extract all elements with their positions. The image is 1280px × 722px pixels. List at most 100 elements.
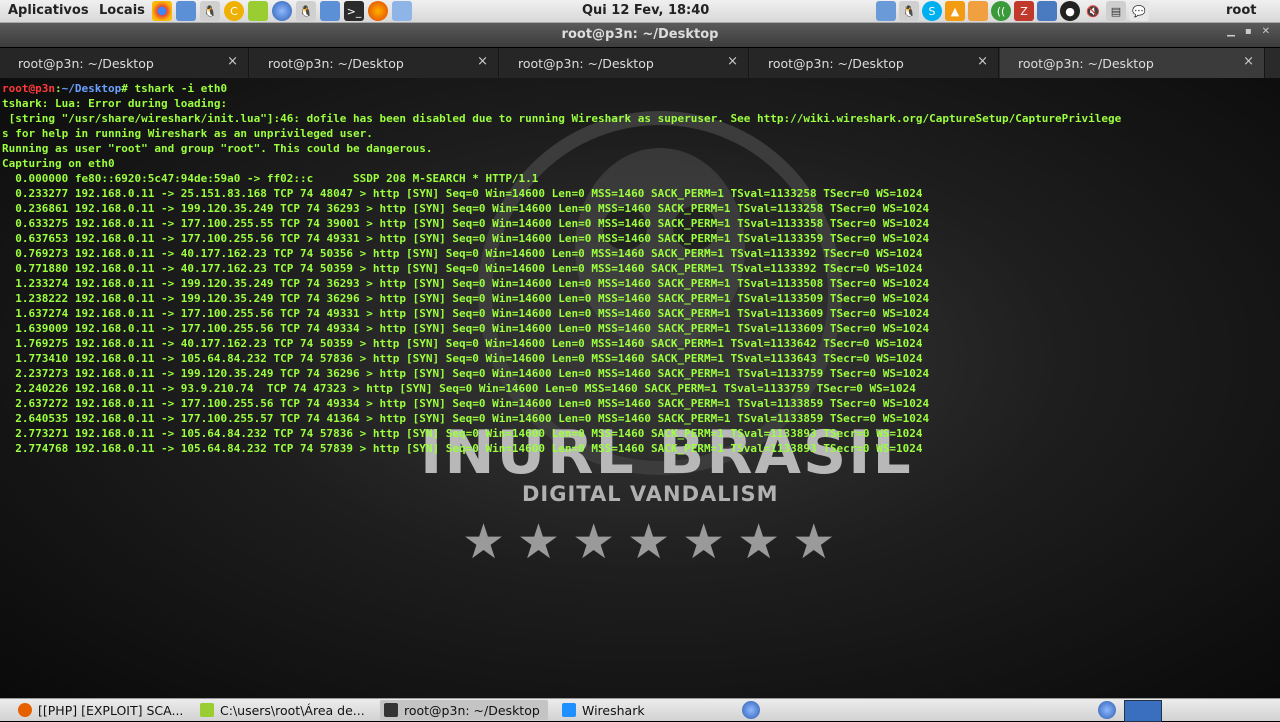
tab-label: root@p3n: ~/Desktop [518, 56, 654, 71]
terminal-line: 0.637653 192.168.0.11 -> 177.100.255.56 … [15, 232, 930, 245]
clementine-icon[interactable]: C [224, 1, 244, 21]
tab-1[interactable]: root@p3n: ~/Desktop × [0, 48, 249, 78]
taskbar-item-editor[interactable]: C:\users\root\Área de... [200, 700, 365, 720]
minimize-icon[interactable]: ▁ [1227, 26, 1235, 37]
terminal-line: 0.771880 192.168.0.11 -> 40.177.162.23 T… [15, 262, 923, 275]
tab-close-icon[interactable]: × [977, 54, 988, 69]
network-monitor-icon[interactable] [1037, 1, 1057, 21]
bluetooth-icon[interactable] [876, 1, 896, 21]
prompt-sep: : [54, 82, 62, 95]
terminal-output: root@p3n:~/Desktop# tshark -i eth0 tshar… [2, 81, 1121, 456]
tab-label: root@p3n: ~/Desktop [768, 56, 904, 71]
maximize-icon[interactable]: ▪ [1245, 26, 1252, 37]
terminal-line: 2.774768 192.168.0.11 -> 105.64.84.232 T… [15, 442, 923, 455]
taskbar-label: Wireshark [582, 702, 645, 718]
terminal-line: 1.639009 192.168.0.11 -> 177.100.255.56 … [15, 322, 930, 335]
wallpaper-subtitle: DIGITAL VANDALISM [522, 482, 779, 506]
terminal-line: 2.637272 192.168.0.11 -> 177.100.255.56 … [15, 397, 930, 410]
top-panel: Aplicativos Locais 🐧 C 🐧 >_ Qui 12 Fev, … [0, 0, 1280, 23]
terminal-line: 1.637274 192.168.0.11 -> 177.100.255.56 … [15, 307, 930, 320]
firefox-icon[interactable] [368, 1, 388, 21]
globe-icon[interactable] [742, 701, 760, 719]
workspace-switcher[interactable] [1124, 700, 1162, 722]
tab-close-icon[interactable]: × [477, 54, 488, 69]
terminal-icon [384, 703, 398, 717]
system-tray: 🐧 S ▲ (( Z ● 🔇 ▤ 💬 [876, 1, 1149, 21]
tux-icon[interactable]: 🐧 [200, 1, 220, 21]
terminal-line: 1.769275 192.168.0.11 -> 40.177.162.23 T… [15, 337, 923, 350]
notes-icon[interactable] [248, 1, 268, 21]
terminal-line: [string "/usr/share/wireshark/init.lua"]… [8, 112, 1122, 125]
tab-2[interactable]: root@p3n: ~/Desktop × [250, 48, 499, 78]
network-icon[interactable]: (( [991, 1, 1011, 21]
package-icon[interactable] [392, 1, 412, 21]
terminal-line: Capturing on eth0 [2, 157, 115, 170]
tab-bar: root@p3n: ~/Desktop × root@p3n: ~/Deskto… [0, 48, 1280, 78]
bottom-taskbar: [[PHP] [EXPLOIT] SCA... C:\users\root\Ár… [0, 698, 1280, 722]
tab-label: root@p3n: ~/Desktop [1018, 56, 1154, 71]
vlc-icon[interactable]: ▲ [945, 1, 965, 21]
terminal-line: 1.238222 192.168.0.11 -> 199.120.35.249 … [15, 292, 930, 305]
tab-close-icon[interactable]: × [727, 54, 738, 69]
terminal-line: 2.237273 192.168.0.11 -> 199.120.35.249 … [15, 367, 930, 380]
taskbar-label: [[PHP] [EXPLOIT] SCA... [38, 702, 184, 718]
terminal-line: 2.773271 192.168.0.11 -> 105.64.84.232 T… [15, 427, 923, 440]
chat-icon[interactable]: 💬 [1129, 1, 1149, 21]
terminal-line: 0.769273 192.168.0.11 -> 40.177.162.23 T… [15, 247, 923, 260]
terminal-line: 2.640535 192.168.0.11 -> 177.100.255.57 … [15, 412, 930, 425]
tab-label: root@p3n: ~/Desktop [18, 56, 154, 71]
terminal-line: 0.000000 fe80::6920:5c47:94de:59a0 -> ff… [15, 172, 539, 185]
close-icon[interactable]: ✕ [1262, 26, 1270, 37]
taskbar-item-wireshark[interactable]: Wireshark [562, 700, 645, 720]
taskbar-item-terminal[interactable]: root@p3n: ~/Desktop [380, 700, 548, 720]
firefox-icon [18, 703, 32, 717]
skype-icon[interactable]: S [922, 1, 942, 21]
terminal-line: 2.240226 192.168.0.11 -> 93.9.210.74 TCP… [15, 382, 916, 395]
terminal-line: tshark: Lua: Error during loading: [2, 97, 228, 110]
prompt-path: ~/Desktop [61, 82, 122, 95]
terminal-line: 0.236861 192.168.0.11 -> 199.120.35.249 … [15, 202, 930, 215]
tab-3[interactable]: root@p3n: ~/Desktop × [500, 48, 749, 78]
terminal-line: 0.233277 192.168.0.11 -> 25.151.83.168 T… [15, 187, 923, 200]
notes-icon [200, 703, 214, 717]
globe-icon[interactable] [272, 1, 292, 21]
terminal-line: 1.233274 192.168.0.11 -> 199.120.35.249 … [15, 277, 930, 290]
taskbar-label: C:\users\root\Área de... [220, 702, 365, 718]
printer-icon[interactable]: ▤ [1106, 1, 1126, 21]
places-menu[interactable]: Locais [99, 3, 145, 18]
power-icon[interactable]: ● [1060, 1, 1080, 21]
applications-menu[interactable]: Aplicativos [8, 3, 89, 18]
tab-close-icon[interactable]: × [227, 54, 238, 69]
taskbar-item-firefox[interactable]: [[PHP] [EXPLOIT] SCA... [18, 700, 183, 720]
window-titlebar[interactable]: root@p3n: ~/Desktop ▁ ▪ ✕ [0, 23, 1280, 47]
window-title: root@p3n: ~/Desktop [561, 27, 719, 42]
volume-icon[interactable]: 🔇 [1083, 1, 1103, 21]
tab-label: root@p3n: ~/Desktop [268, 56, 404, 71]
terminal-line: Running as user "root" and group "root".… [2, 142, 433, 155]
user-menu[interactable]: root [1226, 3, 1257, 18]
clock[interactable]: Qui 12 Fev, 18:40 [582, 3, 709, 18]
terminal-area[interactable]: INURL BRASIL DIGITAL VANDALISM ★★★★★★★ r… [0, 78, 1280, 698]
filezilla-icon[interactable]: Z [1014, 1, 1034, 21]
folder-icon[interactable] [320, 1, 340, 21]
terminal-icon[interactable]: >_ [344, 1, 364, 21]
taskbar-label: root@p3n: ~/Desktop [404, 702, 540, 718]
pidgin-icon[interactable] [176, 1, 196, 21]
prompt-command: # tshark -i eth0 [121, 82, 228, 95]
terminal-line: 0.633275 192.168.0.11 -> 177.100.255.55 … [15, 217, 930, 230]
terminal-line: s for help in running Wireshark as an un… [2, 127, 373, 140]
wallpaper-stars: ★★★★★★★ [462, 514, 848, 570]
tux-icon-2[interactable]: 🐧 [296, 1, 316, 21]
chrome-icon[interactable] [152, 1, 172, 21]
tux-tray-icon[interactable]: 🐧 [899, 1, 919, 21]
tab-close-icon[interactable]: × [1243, 54, 1254, 69]
terminal-lines: tshark: Lua: Error during loading: [stri… [2, 97, 1121, 455]
globe-icon-2[interactable] [1098, 701, 1116, 719]
terminal-line: 1.773410 192.168.0.11 -> 105.64.84.232 T… [15, 352, 923, 365]
tab-5-active[interactable]: root@p3n: ~/Desktop × [1000, 48, 1265, 78]
weather-icon[interactable] [968, 1, 988, 21]
wireshark-icon [562, 703, 576, 717]
prompt-user: root@p3n [2, 82, 55, 95]
tab-4[interactable]: root@p3n: ~/Desktop × [750, 48, 999, 78]
launcher-bar: 🐧 C 🐧 >_ [152, 1, 412, 21]
